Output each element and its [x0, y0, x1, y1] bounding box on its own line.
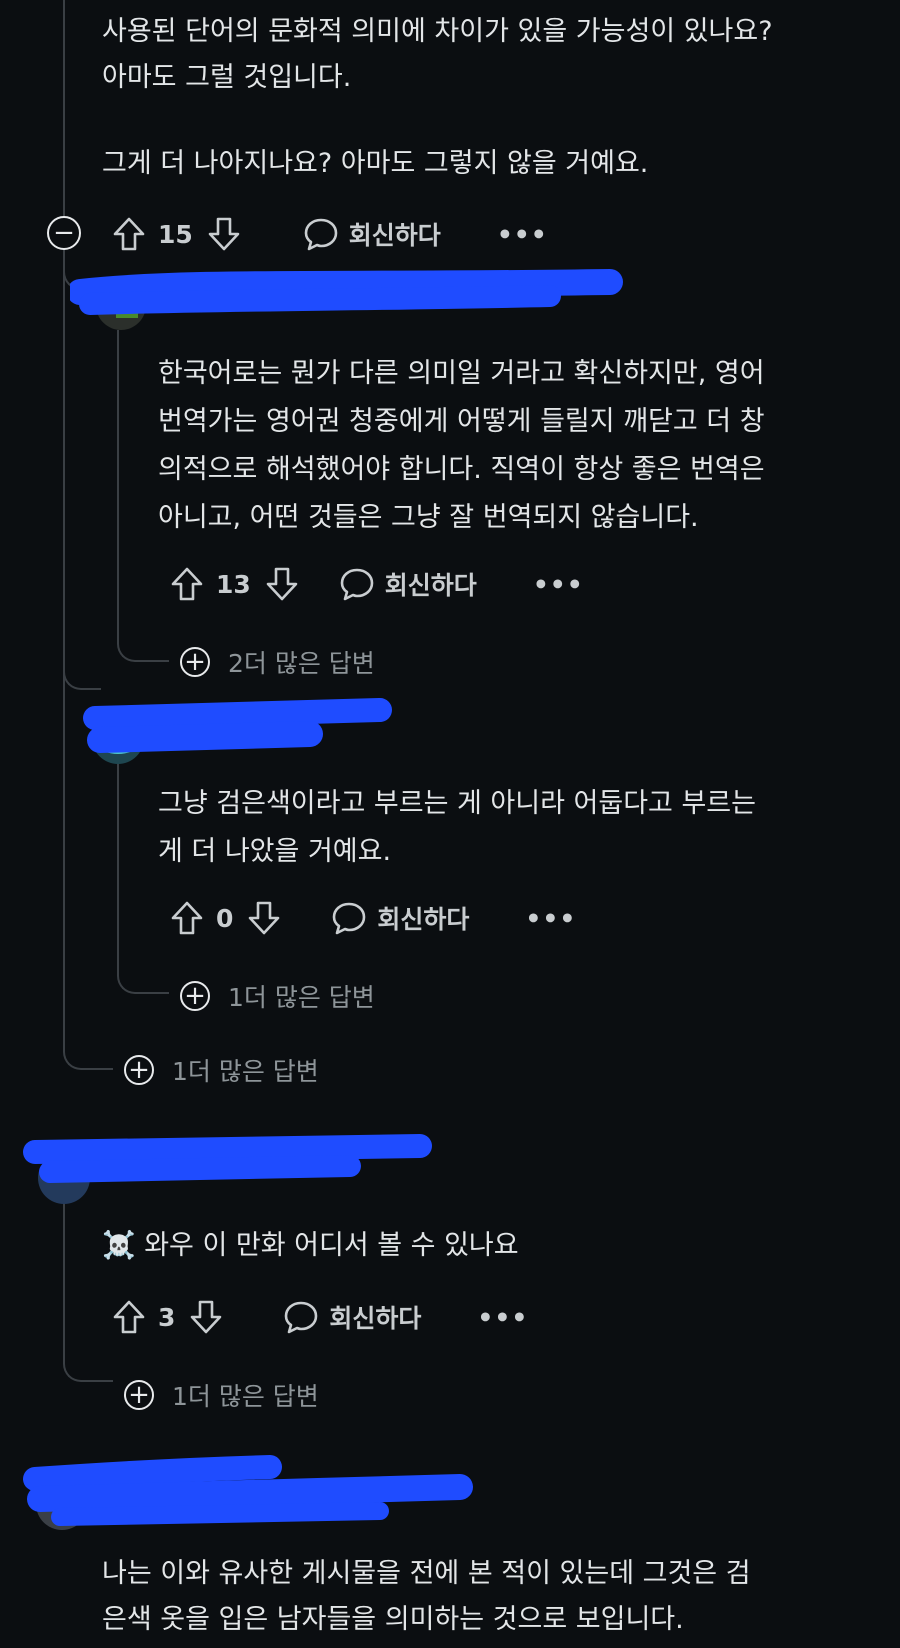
plus-icon: + [180, 647, 210, 677]
more-replies-button[interactable]: + 1더 많은 답변 [180, 978, 375, 1014]
downvote-icon[interactable] [207, 216, 241, 252]
comment-text-line: 한국어로는 뭔가 다른 의미일 거라고 확신하지만, 영어 [158, 358, 765, 389]
vote-count: 3 [158, 1302, 176, 1332]
thread-curve-reply-2 [63, 640, 101, 690]
reply-button[interactable]: 회신하다 [283, 1299, 421, 1335]
upvote-icon[interactable] [112, 216, 146, 252]
vote-count: 13 [216, 569, 251, 599]
thread-line-reply-2 [117, 740, 119, 960]
redaction-mark [83, 698, 392, 753]
upvote-icon[interactable] [112, 1299, 146, 1335]
redaction-mark [23, 1134, 432, 1183]
comment-text-line: ☠️ 와우 이 만화 어디서 볼 수 있나요 [102, 1230, 519, 1261]
thread-curve-more-comment-2 [63, 1290, 113, 1382]
comment-text-line: 그냥 검은색이라고 부르는 게 아니라 어둡다고 부르는 [158, 788, 756, 819]
plus-icon: + [124, 1055, 154, 1085]
comment-top-actions: 15 회신하다 ••• [112, 214, 548, 254]
vote-count: 15 [158, 219, 193, 249]
redaction-mark [70, 269, 623, 315]
comment-text-line: 사용된 단어의 문화적 의미에 차이가 있을 가능성이 있나요? [102, 16, 773, 47]
comment-text-line: 아마도 그럴 것입니다. [102, 62, 352, 93]
plus-icon: + [180, 981, 210, 1011]
upvote-icon[interactable] [170, 900, 204, 936]
thread-curve-more-reply-2 [117, 930, 169, 994]
comment-text-line: 아니고, 어떤 것들은 그냥 잘 번역되지 않습니다. [158, 502, 699, 533]
downvote-icon[interactable] [189, 1299, 223, 1335]
more-options-icon[interactable]: ••• [497, 220, 548, 249]
chat-bubble-icon [303, 216, 339, 252]
comment-text-line: 게 더 나았을 거예요. [158, 836, 392, 867]
more-replies-label: 1더 많은 답변 [228, 983, 375, 1012]
reply-button[interactable]: 회신하다 [331, 900, 469, 936]
more-options-icon[interactable]: ••• [525, 904, 576, 933]
reply-label: 회신하다 [384, 571, 477, 600]
more-replies-label: 1더 많은 답변 [172, 1057, 319, 1086]
vote-count: 0 [216, 903, 234, 933]
comment-text-line: 은색 옷을 입은 남자들을 의미하는 것으로 보입니다. [102, 1604, 684, 1635]
comment-text-line: 나는 이와 유사한 게시물을 전에 본 적이 있는데 그것은 검 [102, 1558, 751, 1589]
comment-2-actions: 3 회신하다 ••• [112, 1297, 528, 1337]
more-replies-button[interactable]: + 1더 많은 답변 [124, 1377, 319, 1413]
more-options-icon[interactable]: ••• [533, 570, 584, 599]
comment-text-line: 번역가는 영어권 청중에게 어떻게 들릴지 깨닫고 더 창 [158, 406, 765, 437]
reply-label: 회신하다 [377, 905, 470, 934]
plus-icon: + [124, 1380, 154, 1410]
comment-text-line: 의적으로 해석했어야 합니다. 직역이 항상 좋은 번역은 [158, 454, 765, 485]
thread-curve-more-main [63, 960, 113, 1070]
chat-bubble-icon [283, 1299, 319, 1335]
reply-2-actions: 0 회신하다 ••• [170, 898, 576, 938]
reply-1-actions: 13 회신하다 ••• [170, 564, 584, 604]
more-replies-button[interactable]: + 2더 많은 답변 [180, 644, 375, 680]
comment-text-line: 그게 더 나아지나요? 아마도 그렇지 않을 거예요. [102, 148, 649, 179]
more-options-icon[interactable]: ••• [477, 1303, 528, 1332]
downvote-icon[interactable] [247, 900, 281, 936]
thread-curve-more-reply-1 [117, 600, 169, 662]
collapse-thread-button[interactable]: − [47, 216, 81, 250]
more-replies-label: 1더 많은 답변 [172, 1382, 319, 1411]
chat-bubble-icon [339, 566, 375, 602]
reply-button[interactable]: 회신하다 [303, 216, 441, 252]
reply-label: 회신하다 [348, 221, 441, 250]
downvote-icon[interactable] [265, 566, 299, 602]
more-replies-button[interactable]: + 1더 많은 답변 [124, 1052, 319, 1088]
upvote-icon[interactable] [170, 566, 204, 602]
more-replies-label: 2더 많은 답변 [228, 649, 375, 678]
thread-line-reply-1 [117, 330, 119, 630]
reply-button[interactable]: 회신하다 [339, 566, 477, 602]
reply-label: 회신하다 [329, 1304, 422, 1333]
redaction-mark [23, 1455, 473, 1526]
chat-bubble-icon [331, 900, 367, 936]
thread-line-main [63, 0, 65, 1000]
